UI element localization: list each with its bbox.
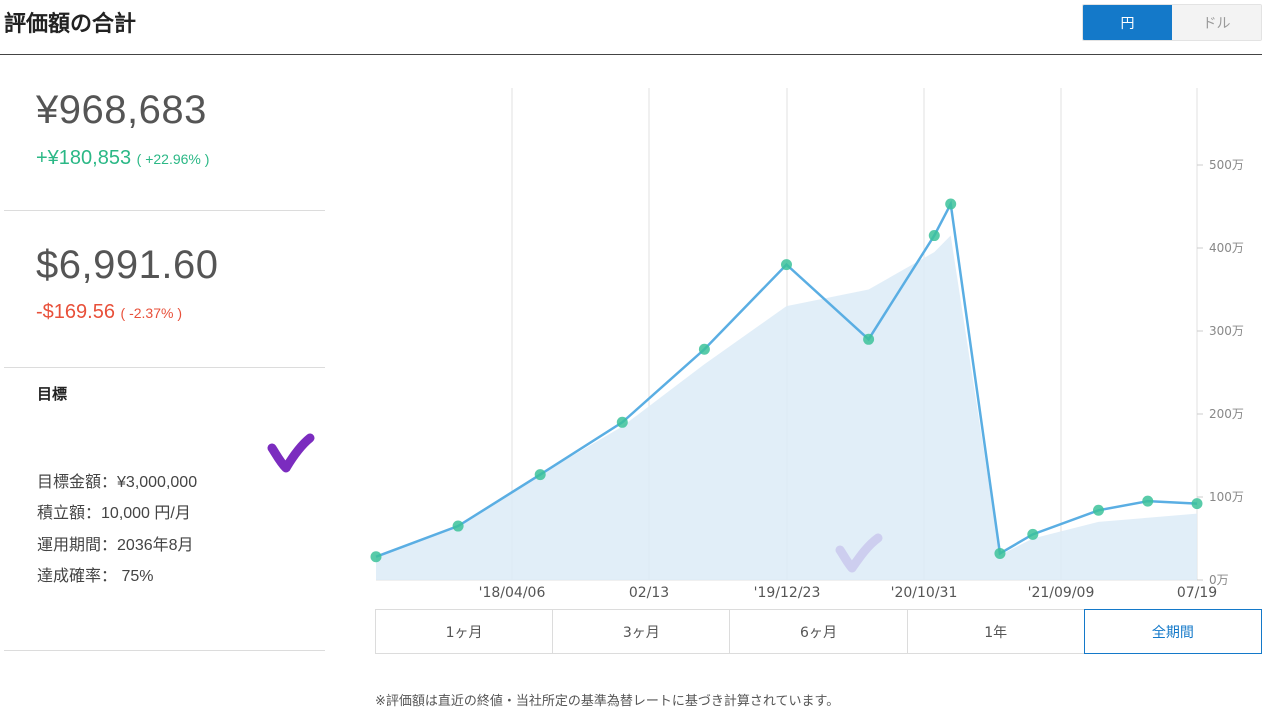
range-6-month-button[interactable]: 6ヶ月: [730, 610, 908, 653]
divider: [4, 650, 325, 651]
y-tick-label: 500万: [1209, 158, 1244, 172]
range-selector[interactable]: 1ヶ月 3ヶ月 6ヶ月 1年 全期間: [375, 609, 1263, 654]
data-point: [994, 547, 1006, 559]
range-1-month-button[interactable]: 1ヶ月: [376, 610, 554, 653]
x-tick-label: 02/13: [629, 585, 669, 601]
range-all-button[interactable]: 全期間: [1083, 609, 1263, 654]
data-point: [863, 333, 875, 345]
data-point: [616, 416, 628, 428]
range-1-year-button[interactable]: 1年: [908, 610, 1085, 653]
data-point: [452, 520, 464, 532]
x-tick-label: '18/04/06: [479, 585, 546, 601]
data-point: [698, 343, 710, 355]
data-point: [1027, 528, 1039, 540]
data-point: [1191, 498, 1203, 510]
x-axis: '18/04/06 02/13 '19/12/23 '20/10/31 '21/09/0…: [479, 585, 1218, 601]
data-point: [370, 551, 382, 563]
x-tick-label: '21/09/09: [1028, 585, 1095, 601]
y-axis: 0万100万200万300万400万500万: [1197, 158, 1244, 587]
range-3-month-button[interactable]: 3ヶ月: [553, 610, 731, 653]
y-tick-label: 200万: [1209, 407, 1244, 421]
y-tick-label: 300万: [1209, 324, 1244, 338]
data-point: [1092, 504, 1104, 516]
data-point: [1142, 495, 1154, 507]
x-tick-label: '19/12/23: [754, 585, 821, 601]
data-point: [928, 230, 940, 242]
footnote: ※評価額は直近の終値・当社所定の基準為替レートに基づき計算されています。: [375, 694, 840, 709]
data-point: [945, 198, 957, 210]
x-tick-label: '20/10/31: [891, 585, 958, 601]
x-tick-label: 07/19: [1177, 585, 1217, 601]
y-tick-label: 400万: [1209, 241, 1244, 255]
y-tick-label: 100万: [1209, 490, 1244, 504]
data-point: [781, 259, 792, 271]
data-point: [534, 469, 546, 481]
portfolio-chart: 0万100万200万300万400万500万 '18/04/06 02/13'19…: [370, 88, 1244, 601]
